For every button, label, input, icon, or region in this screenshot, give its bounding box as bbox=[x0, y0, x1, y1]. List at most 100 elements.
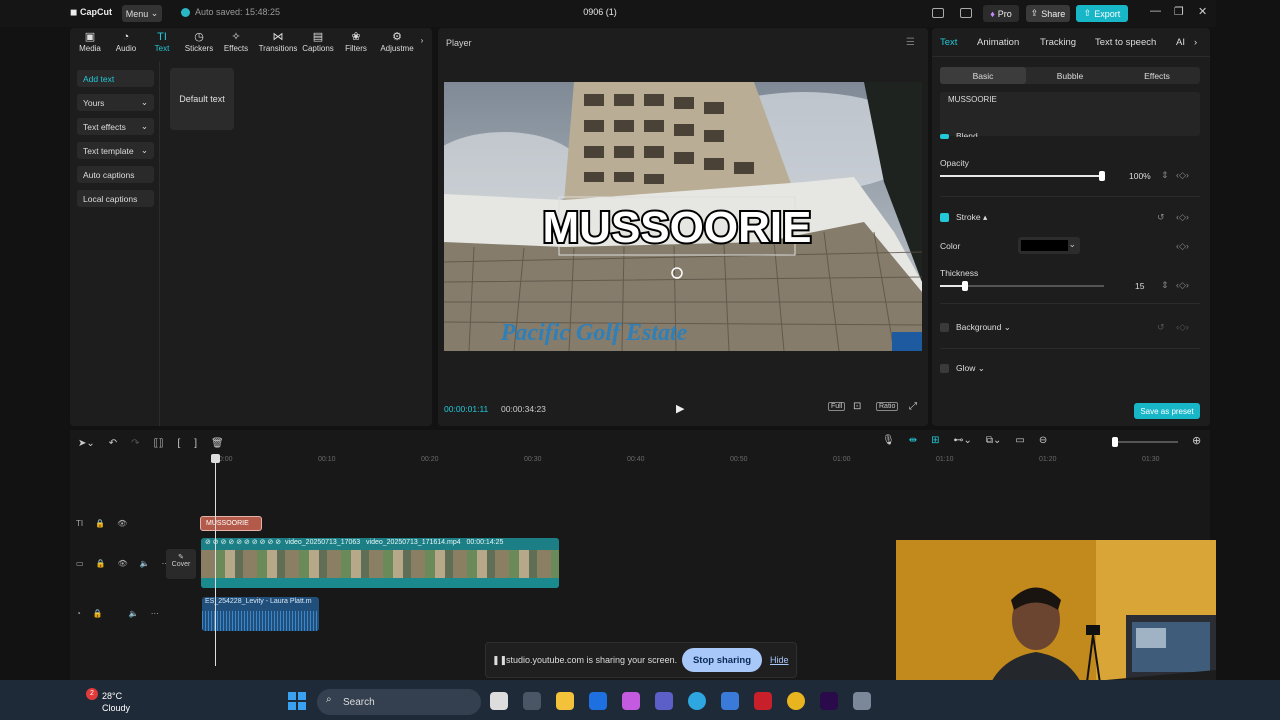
audio-clip[interactable]: ES_254228_Levity - Laura Platt.m bbox=[202, 597, 319, 631]
select-tool-icon[interactable]: ➤⌄ bbox=[78, 438, 95, 449]
player-menu-icon[interactable]: ☰ bbox=[906, 37, 915, 48]
tool-effects[interactable]: ✧ Effects bbox=[216, 30, 256, 53]
split-icon[interactable]: ⟦⟧ bbox=[154, 438, 164, 449]
tool-filters[interactable]: ❀ Filters bbox=[336, 30, 376, 53]
save-preset-button[interactable]: Save as preset bbox=[1134, 403, 1200, 419]
weather-widget[interactable]: 28°C Cloudy bbox=[102, 690, 130, 714]
stroke-color-picker[interactable]: ⌄ bbox=[1018, 237, 1080, 254]
stepper-icon[interactable]: ⇕ bbox=[1161, 170, 1169, 181]
subnav-text-effects[interactable]: Text effects ⌄ bbox=[77, 118, 154, 135]
minimize-icon[interactable]: — bbox=[1150, 5, 1161, 17]
ratio-button[interactable]: Ratio bbox=[876, 402, 899, 411]
stepper-icon[interactable]: ⇕ bbox=[1161, 280, 1169, 291]
tool-text[interactable]: TI Text bbox=[142, 30, 182, 53]
lock-icon[interactable]: 🔒 bbox=[93, 609, 103, 618]
pause-icon[interactable]: ❚❚ bbox=[492, 655, 507, 666]
tool-adjustment[interactable]: ⚙ Adjustme bbox=[374, 30, 420, 53]
preview-axis-icon[interactable]: ⧉⌄ bbox=[986, 435, 1002, 446]
undo-icon[interactable]: ↶ bbox=[109, 438, 117, 449]
text-clip[interactable]: MUSSOORIE bbox=[200, 516, 262, 531]
settings-icon[interactable] bbox=[853, 692, 871, 710]
tab-text[interactable]: Text bbox=[940, 37, 957, 48]
pro-button[interactable]: ♦ Pro bbox=[983, 5, 1019, 22]
zoom-in-icon[interactable]: ⊕ bbox=[1192, 434, 1201, 447]
widget-icon[interactable] bbox=[523, 692, 541, 710]
tool-transitions[interactable]: ⋈ Transitions bbox=[256, 30, 300, 53]
play-icon[interactable]: ▶ bbox=[676, 402, 684, 415]
export-button[interactable]: ⇧ Export bbox=[1076, 5, 1128, 22]
keyframe-icon[interactable]: ‹◇› bbox=[1176, 241, 1189, 252]
tool-media[interactable]: ▣ Media bbox=[70, 30, 110, 53]
caption-icon[interactable]: ▭ bbox=[1015, 435, 1024, 446]
video-clip[interactable]: ⊘ ⊘ ⊘ ⊘ ⊘ ⊘ ⊘ ⊘ ⊘ ⊘ video_20250713_17063… bbox=[201, 538, 559, 588]
full-button[interactable]: Full bbox=[828, 402, 846, 411]
chevron-right-icon[interactable]: › bbox=[1194, 37, 1197, 48]
app-icon[interactable] bbox=[589, 692, 607, 710]
screenshot-icon[interactable]: ⊡ bbox=[853, 401, 861, 412]
cover-button[interactable]: ✎ Cover bbox=[166, 549, 196, 579]
mcafee-icon[interactable] bbox=[754, 692, 772, 710]
edge-icon[interactable] bbox=[688, 692, 706, 710]
speaker-icon[interactable]: 🔈 bbox=[129, 609, 139, 618]
subnav-yours[interactable]: Yours ⌄ bbox=[77, 94, 154, 111]
chrome-icon[interactable] bbox=[787, 692, 805, 710]
delete-icon[interactable]: 🗑 bbox=[211, 438, 224, 449]
tab-animation[interactable]: Animation bbox=[977, 37, 1019, 48]
stroke-checkbox[interactable] bbox=[940, 213, 949, 222]
tool-audio[interactable]: ◔ Audio bbox=[106, 30, 146, 53]
close-icon[interactable]: ✕ bbox=[1198, 5, 1207, 18]
background-checkbox[interactable] bbox=[940, 323, 949, 332]
link-icon[interactable]: ⊷⌄ bbox=[953, 435, 971, 446]
keyframe-icon[interactable]: ‹◇› bbox=[1176, 322, 1189, 333]
file-explorer-icon[interactable] bbox=[556, 692, 574, 710]
subtab-effects[interactable]: Effects bbox=[1114, 67, 1200, 84]
blend-checkbox[interactable] bbox=[940, 134, 949, 139]
zoom-slider-knob[interactable] bbox=[1112, 437, 1118, 447]
subtab-bubble[interactable]: Bubble bbox=[1027, 67, 1113, 84]
video-preview[interactable]: MUSSOORIE Pacific Golf Estate bbox=[444, 82, 922, 351]
subtab-basic[interactable]: Basic bbox=[940, 67, 1026, 84]
tool-stickers[interactable]: ◷ Stickers bbox=[179, 30, 219, 53]
split-right-icon[interactable]: ] bbox=[194, 438, 197, 449]
teams-icon[interactable] bbox=[655, 692, 673, 710]
reset-icon[interactable]: ↺ bbox=[1157, 322, 1165, 333]
linkage-icon[interactable]: ⊞ bbox=[931, 435, 939, 446]
thickness-value[interactable]: 15 bbox=[1135, 281, 1144, 291]
redo-icon[interactable]: ↷ bbox=[131, 438, 139, 449]
tab-ai[interactable]: AI bbox=[1176, 37, 1185, 48]
tab-text-to-speech[interactable]: Text to speech bbox=[1095, 37, 1156, 48]
eye-icon[interactable]: 👁 bbox=[118, 559, 128, 568]
tool-captions[interactable]: ▤ Captions bbox=[298, 30, 338, 53]
chevron-right-icon[interactable]: › bbox=[416, 36, 428, 45]
more-icon[interactable]: ⋯ bbox=[151, 609, 159, 618]
subnav-auto-captions[interactable]: Auto captions bbox=[77, 166, 154, 183]
menu-button[interactable]: Menu ⌄ bbox=[122, 5, 162, 22]
opacity-slider-knob[interactable] bbox=[1099, 171, 1105, 181]
taskbar-search[interactable]: ⌕ Search bbox=[317, 689, 481, 715]
split-left-icon[interactable]: [ bbox=[177, 438, 180, 449]
keyframe-icon[interactable]: ‹◇› bbox=[1176, 280, 1189, 291]
default-text-card[interactable]: Default text bbox=[170, 68, 234, 130]
subnav-text-template[interactable]: Text template ⌄ bbox=[77, 142, 154, 159]
subnav-add-text[interactable]: Add text bbox=[77, 70, 154, 87]
playhead[interactable] bbox=[215, 458, 216, 666]
tab-tracking[interactable]: Tracking bbox=[1040, 37, 1076, 48]
subnav-local-captions[interactable]: Local captions bbox=[77, 190, 154, 207]
reset-icon[interactable]: ↺ bbox=[1157, 212, 1165, 223]
thickness-slider-knob[interactable] bbox=[962, 281, 968, 291]
fullscreen-icon[interactable]: ⤢ bbox=[909, 401, 917, 412]
premiere-icon[interactable] bbox=[820, 692, 838, 710]
lock-icon[interactable]: 🔒 bbox=[96, 559, 106, 568]
glow-checkbox[interactable] bbox=[940, 364, 949, 373]
eye-icon[interactable]: 👁 bbox=[117, 519, 127, 528]
opacity-value[interactable]: 100% bbox=[1129, 171, 1151, 181]
text-content-input[interactable]: MUSSOORIE bbox=[940, 92, 1200, 136]
stop-sharing-button[interactable]: Stop sharing bbox=[682, 648, 762, 672]
hide-link[interactable]: Hide bbox=[770, 655, 789, 665]
share-button[interactable]: ⇪ Share bbox=[1026, 5, 1070, 22]
store-icon[interactable] bbox=[721, 692, 739, 710]
shortcuts-icon[interactable] bbox=[960, 8, 972, 18]
microphone-icon[interactable]: 🎙 bbox=[882, 435, 895, 446]
keyframe-icon[interactable]: ‹◇› bbox=[1176, 212, 1189, 223]
copilot-icon[interactable] bbox=[622, 692, 640, 710]
